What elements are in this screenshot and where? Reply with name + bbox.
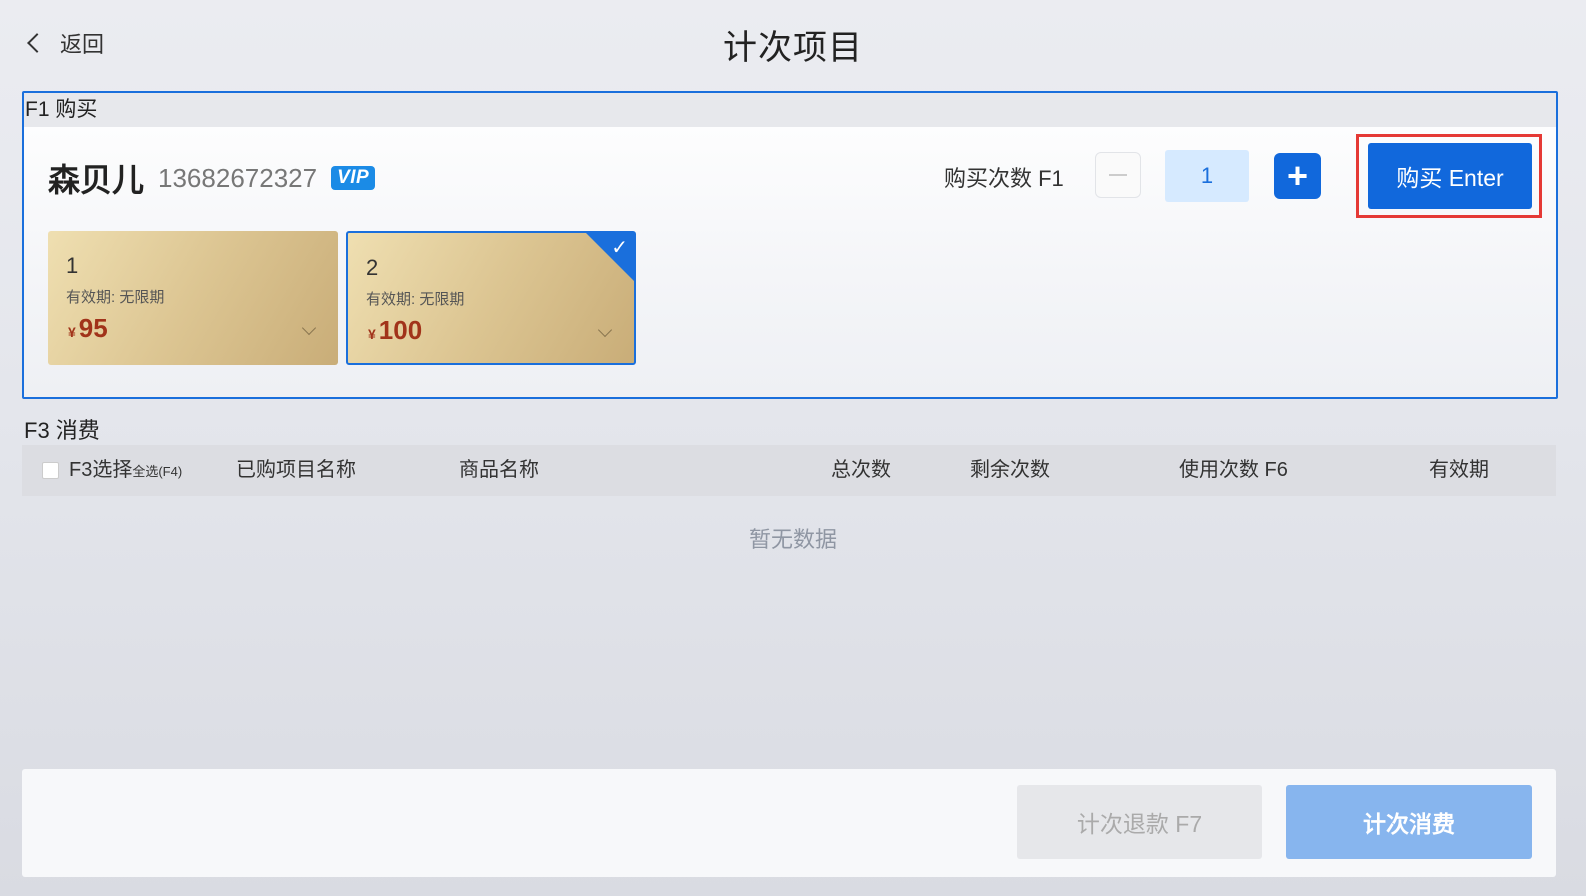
select-all-checkbox[interactable] [42,462,59,479]
column-use-count: 使用次数 F6 [1179,459,1288,481]
consume-table-header: F3选择全选(F4) 已购项目名称 商品名称 总次数 剩余次数 使用次数 F6 … [22,445,1556,496]
price-amount: 100 [378,315,423,345]
decrease-quantity-button[interactable] [1095,152,1141,198]
refund-button[interactable]: 计次退款 F7 [1017,785,1262,859]
page-title: 计次项目 [723,29,863,67]
package-validity: 有效期: 无限期 [366,291,465,308]
column-select-label: F3选择 [69,459,133,481]
buy-button-highlight: 购买 Enter [1356,134,1542,218]
member-name: 森贝儿 [48,162,145,198]
package-price: ¥95 [68,313,108,344]
check-icon: ✓ [611,237,628,259]
member-info: 森贝儿 13682672327 VIP [48,155,376,201]
footer-bar: 计次退款 F7 计次消费 [22,769,1556,877]
package-number: 2 [366,255,379,280]
column-remaining: 剩余次数 [970,459,1050,481]
package-card-1[interactable]: 1 有效期: 无限期 ¥95 [48,231,338,365]
vip-badge: VIP [331,166,376,190]
chevron-down-icon[interactable] [301,320,317,336]
consume-button[interactable]: 计次消费 [1286,785,1532,859]
column-total: 总次数 [831,459,891,481]
currency-symbol: ¥ [68,324,76,340]
member-phone: 13682672327 [158,162,318,193]
buy-button[interactable]: 购买 Enter [1368,143,1532,209]
purchase-section-label: F1 购买 [24,93,1556,127]
select-all-hint: 全选(F4) [132,464,183,479]
plus-icon: + [1286,155,1309,196]
column-validity: 有效期 [1429,459,1489,481]
package-card-2[interactable]: 2 有效期: 无限期 ¥100 ✓ [346,231,636,365]
purchase-panel: F1 购买 森贝儿 13682672327 VIP 购买次数 F1 + 购买 E… [22,91,1558,399]
empty-state: 暂无数据 [748,527,837,552]
package-validity: 有效期: 无限期 [66,289,165,306]
currency-symbol: ¥ [368,326,376,342]
quantity-label: 购买次数 F1 [944,166,1064,191]
package-price: ¥100 [368,315,422,346]
chevron-down-icon[interactable] [597,322,613,338]
price-amount: 95 [78,313,108,343]
column-select: F3选择全选(F4) [69,445,182,497]
column-product-name: 商品名称 [459,459,539,481]
quantity-input[interactable] [1165,150,1249,202]
increase-quantity-button[interactable]: + [1274,153,1321,199]
minus-icon [1109,174,1127,176]
column-purchased-name: 已购项目名称 [236,459,356,481]
top-bar: 返回 计次项目 [0,0,1586,88]
package-number: 1 [66,253,79,278]
consume-section-label: F3 消费 [24,418,100,443]
